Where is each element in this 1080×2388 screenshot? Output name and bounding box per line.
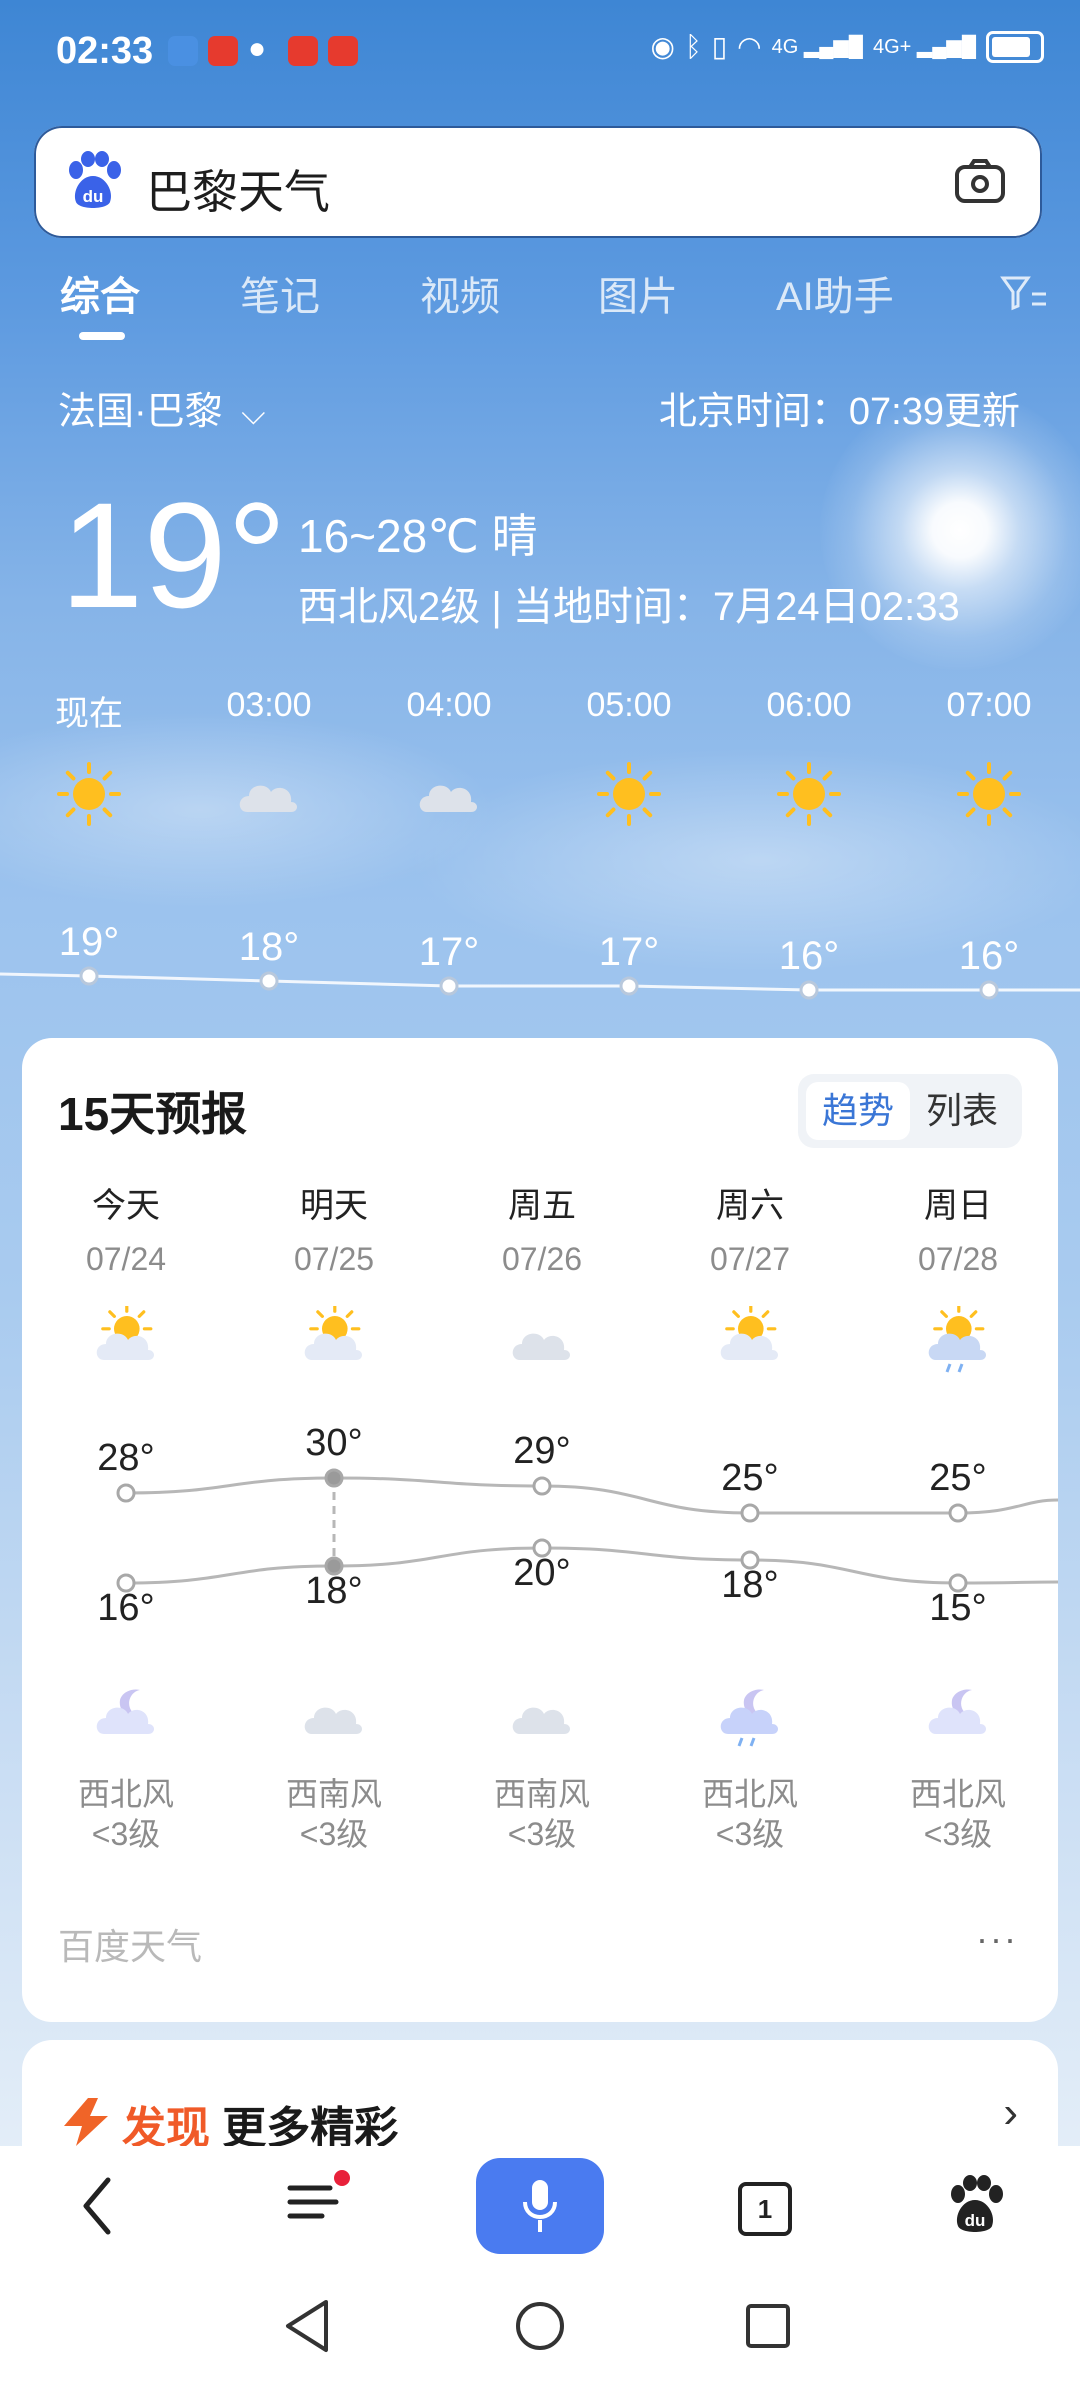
system-recents-icon[interactable] xyxy=(744,2302,792,2350)
hour-point xyxy=(979,980,999,1000)
cloud-icon xyxy=(419,785,477,812)
trend-point xyxy=(324,1468,344,1488)
hour-point xyxy=(799,980,819,1000)
trend-point xyxy=(116,1573,136,1593)
trend-point xyxy=(532,1476,552,1496)
app-notification-icon xyxy=(208,36,238,66)
svg-text:du: du xyxy=(965,2211,986,2230)
filter-icon[interactable] xyxy=(1000,274,1048,314)
active-tab-indicator xyxy=(79,332,125,340)
search-input[interactable]: 巴黎天气 xyxy=(146,156,330,222)
svg-text:du: du xyxy=(83,187,104,206)
trend-point xyxy=(532,1538,552,1558)
camera-icon[interactable] xyxy=(954,158,1006,204)
trend-point xyxy=(948,1503,968,1523)
eye-icon: ◉ xyxy=(650,31,675,62)
search-tabs: 综合 笔记 视频 图片 AI助手 xyxy=(0,258,1080,338)
baidu-home-icon[interactable]: du xyxy=(946,2174,1004,2236)
trend-point xyxy=(116,1483,136,1503)
chevron-down-icon: ⌵ xyxy=(241,395,266,431)
source-label: 百度天气 xyxy=(58,1926,203,1967)
voice-search-button[interactable] xyxy=(476,2158,604,2254)
sun-icon xyxy=(57,762,121,826)
signal-icon: 4G ▂▄▆█ xyxy=(771,36,863,58)
vibrate-icon: ▯ xyxy=(711,31,728,62)
signal-label: 4G xyxy=(771,36,799,58)
system-back-icon[interactable] xyxy=(282,2298,332,2354)
location-selector[interactable]: 法国·巴黎 ⌵ xyxy=(58,380,265,435)
forecast-card: 15天预报 趋势 列表 今天 07/24 28° 16° 西北风 <3级 明天 07/… xyxy=(22,1038,1058,2022)
trend-point xyxy=(948,1573,968,1593)
wind-local-time: 西北风2级 | 当地时间：7月24日02:33 xyxy=(298,585,960,629)
temperature-range-condition: 16~28℃ 晴 xyxy=(298,510,538,562)
app-notification-icon xyxy=(288,36,318,66)
app-notification-icon xyxy=(328,36,358,66)
cloud-icon xyxy=(239,785,297,812)
status-time: 02:33 xyxy=(56,30,154,72)
hour-point xyxy=(619,976,639,996)
sun-icon xyxy=(597,762,661,826)
hour-time: 03:00 xyxy=(226,686,312,724)
status-icons: ◉ ᛒ ▯ ◠ 4G ▂▄▆█ 4G+ ▂▄▆█ xyxy=(650,30,1044,63)
wifi-icon: ◠ xyxy=(737,31,762,62)
system-home-icon[interactable] xyxy=(514,2300,566,2352)
hour-time: 04:00 xyxy=(406,686,492,724)
tab-video[interactable]: 视频 xyxy=(420,264,500,322)
signal-label: 4G+ xyxy=(872,36,912,58)
battery-icon xyxy=(986,30,1044,63)
sun-icon xyxy=(957,762,1021,826)
bluetooth-icon: ᛒ xyxy=(684,30,702,62)
temperature-trend-chart xyxy=(116,1468,1058,1593)
bottom-nav: 1 du xyxy=(0,2146,1080,2388)
hour-point xyxy=(439,976,459,996)
menu-icon[interactable] xyxy=(286,2166,356,2236)
current-temperature: 19° xyxy=(60,471,287,639)
tab-notes[interactable]: 笔记 xyxy=(240,264,320,322)
hour-point xyxy=(259,971,279,991)
trend-point xyxy=(740,1503,760,1523)
trend-point xyxy=(324,1556,344,1576)
sun-icon xyxy=(777,762,841,826)
signal-icon: 4G+ ▂▄▆█ xyxy=(872,36,976,58)
wechat-icon: ● xyxy=(248,32,267,65)
back-icon[interactable] xyxy=(78,2176,118,2236)
hour-point xyxy=(79,966,99,986)
chevron-right-icon: › xyxy=(1003,2088,1018,2137)
tab-count-button[interactable]: 1 xyxy=(738,2182,792,2236)
hour-time: 现在 xyxy=(55,695,123,733)
tab-all[interactable]: 综合 xyxy=(60,264,140,322)
location-label: 法国·巴黎 xyxy=(58,391,223,433)
tab-ai-assistant[interactable]: AI助手 xyxy=(776,264,894,322)
more-options-icon[interactable]: ··· xyxy=(976,1918,1018,1960)
trend-point xyxy=(740,1550,760,1570)
lightning-icon xyxy=(64,2098,108,2146)
search-bar[interactable]: du 巴黎天气 xyxy=(34,126,1042,238)
baidu-paw-icon: du xyxy=(69,151,121,208)
update-time: 北京时间：07:39更新 xyxy=(658,391,1020,433)
hour-time: 05:00 xyxy=(586,686,672,724)
trend-line xyxy=(125,1546,1058,1585)
app-notification-icon xyxy=(168,36,198,66)
trend-line xyxy=(125,1476,1058,1515)
hour-time: 07:00 xyxy=(946,686,1032,724)
tab-images[interactable]: 图片 xyxy=(598,264,678,322)
hourly-temp-line xyxy=(0,966,1080,1000)
microphone-icon xyxy=(523,2180,557,2232)
hour-time: 06:00 xyxy=(766,686,852,724)
